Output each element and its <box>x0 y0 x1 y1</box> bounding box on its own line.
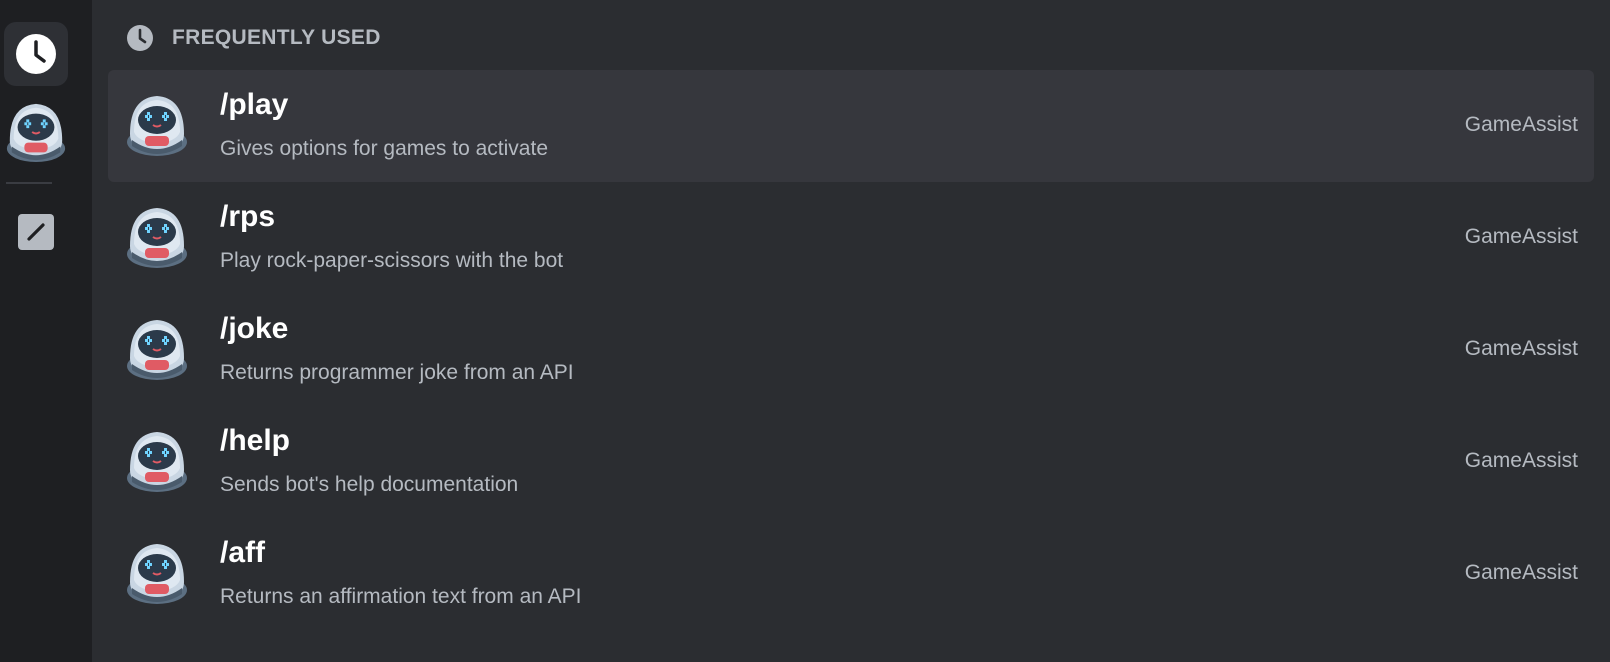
gameassist-category-button[interactable] <box>4 100 68 164</box>
section-header: FREQUENTLY USED <box>126 24 381 52</box>
category-rail <box>0 0 92 662</box>
command-description: Returns programmer joke from an API <box>220 361 574 384</box>
command-description: Play rock-paper-scissors with the bot <box>220 249 564 272</box>
bot-avatar-icon <box>124 92 190 158</box>
command-description: Returns an affirmation text from an API <box>220 585 582 608</box>
command-row-joke[interactable]: /joke Returns programmer joke from an AP… <box>108 294 1594 406</box>
command-source: GameAssist <box>1464 449 1578 472</box>
clock-icon <box>127 25 153 51</box>
command-row-play[interactable]: /play Gives options for games to activat… <box>108 70 1594 182</box>
edit-icon <box>27 223 45 241</box>
command-list: /play Gives options for games to activat… <box>108 70 1594 630</box>
command-source: GameAssist <box>1464 113 1578 136</box>
bot-avatar-icon <box>124 540 190 606</box>
edit-button[interactable] <box>18 214 54 250</box>
bot-avatar-icon <box>124 428 190 494</box>
clock-icon <box>16 34 56 74</box>
command-source: GameAssist <box>1464 225 1578 248</box>
command-name: /play <box>220 88 289 121</box>
command-name: /joke <box>220 312 289 345</box>
command-row-rps[interactable]: /rps Play rock-paper-scissors with the b… <box>108 182 1594 294</box>
command-list-panel: FREQUENTLY USED /play Gives options for … <box>92 0 1610 662</box>
command-source: GameAssist <box>1464 337 1578 360</box>
command-name: /aff <box>220 536 265 569</box>
command-row-help[interactable]: /help Sends bot's help documentation Gam… <box>108 406 1594 518</box>
bot-avatar-icon <box>4 100 68 164</box>
command-description: Gives options for games to activate <box>220 137 548 160</box>
command-name: /help <box>220 424 291 457</box>
command-name: /rps <box>220 200 276 233</box>
bot-avatar-icon <box>124 316 190 382</box>
rail-divider <box>6 182 52 184</box>
frequently-used-category-button[interactable] <box>4 22 68 86</box>
command-description: Sends bot's help documentation <box>220 473 519 496</box>
command-source: GameAssist <box>1464 561 1578 584</box>
command-picker: FREQUENTLY USED /play Gives options for … <box>0 0 1610 662</box>
section-title: FREQUENTLY USED <box>172 26 381 49</box>
command-row-aff[interactable]: /aff Returns an affirmation text from an… <box>108 518 1594 630</box>
bot-avatar-icon <box>124 204 190 270</box>
